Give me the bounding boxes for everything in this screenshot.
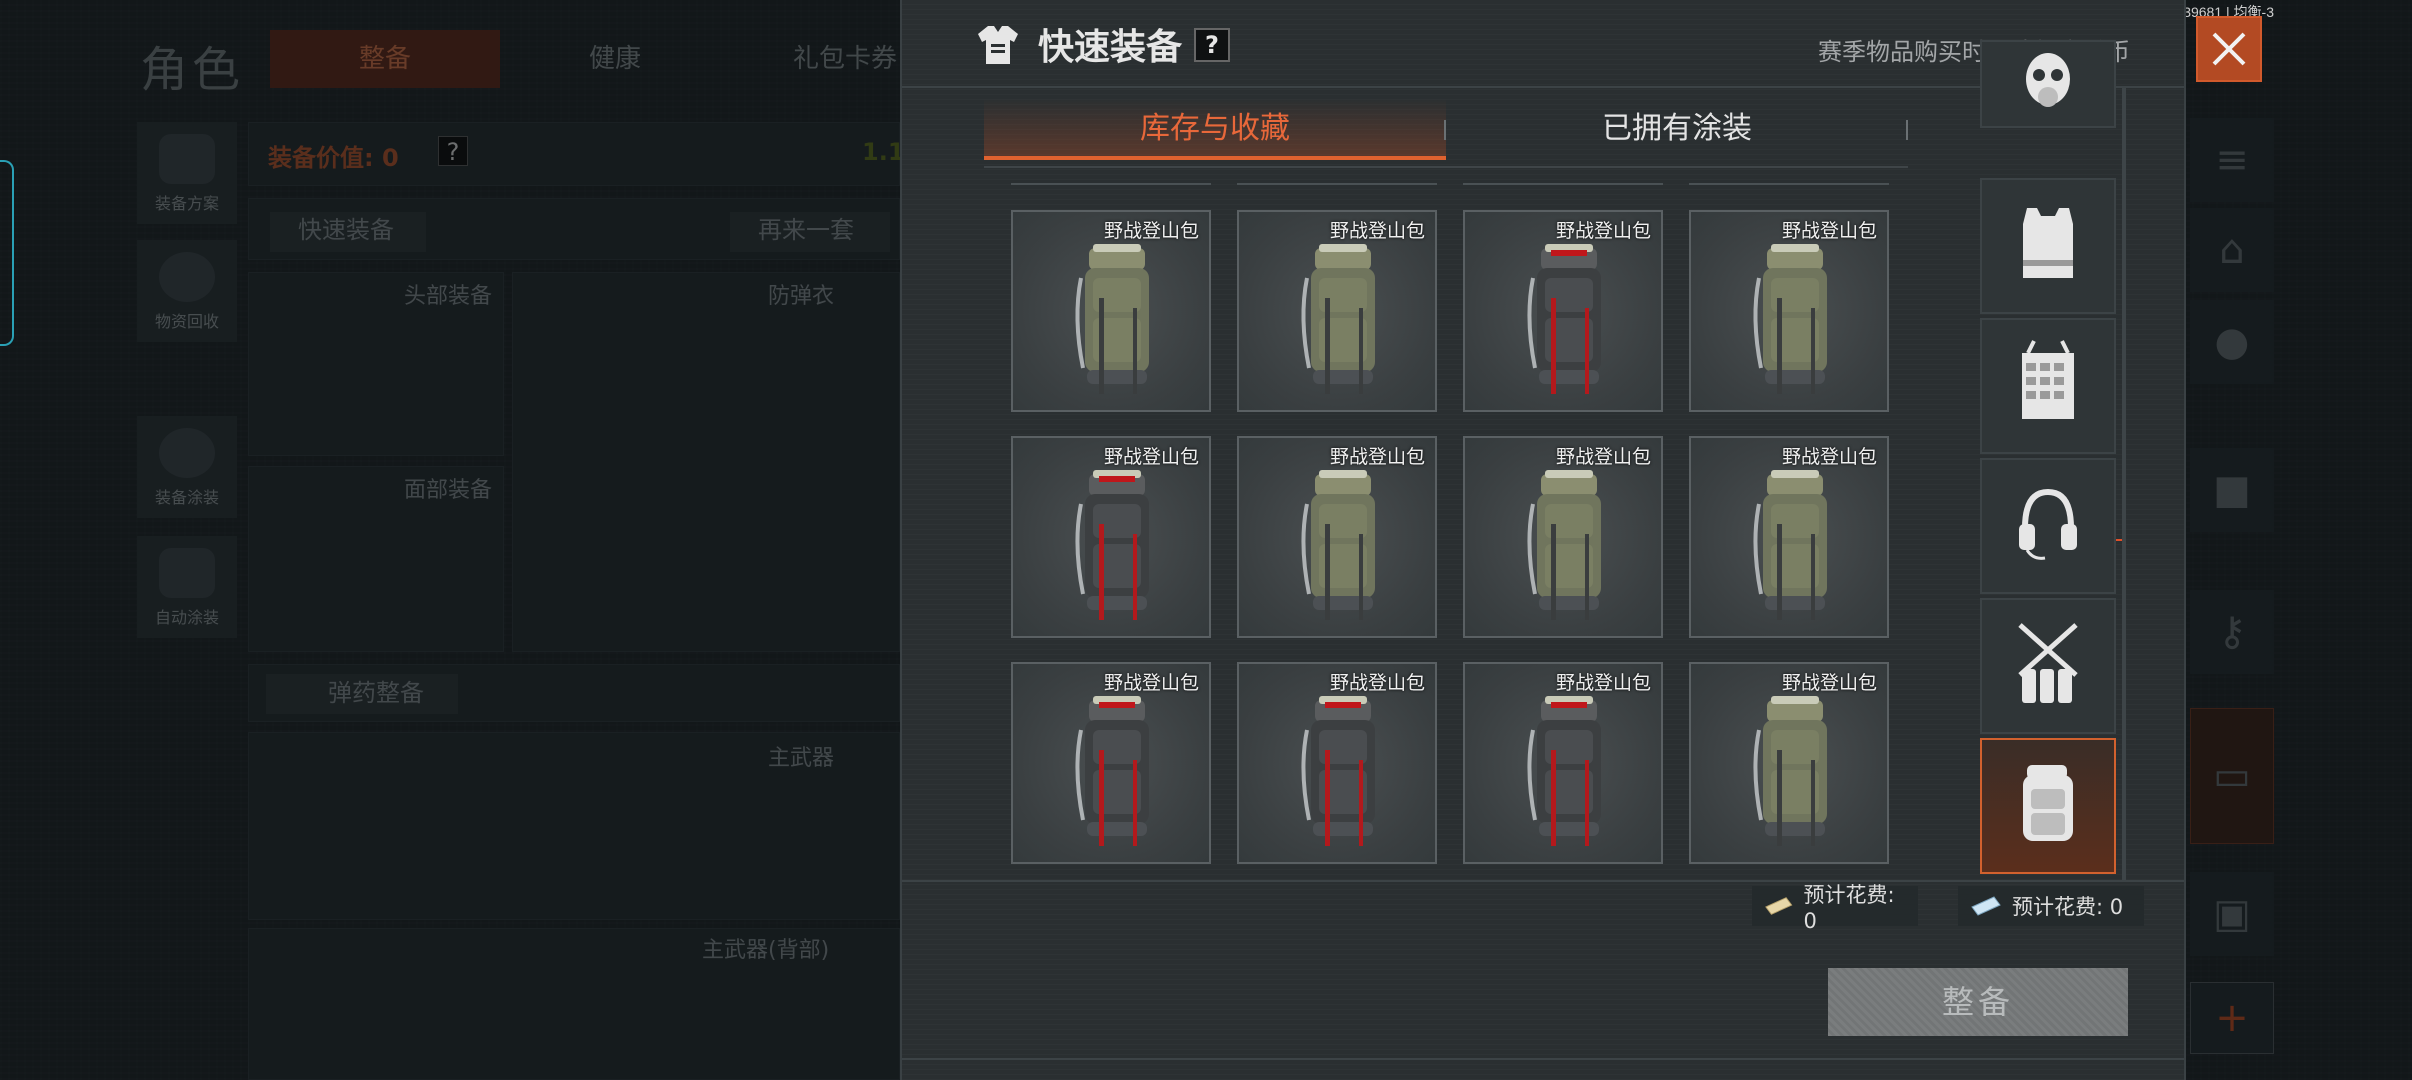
help-icon[interactable]: ?	[1194, 28, 1230, 62]
belt-rig-icon	[2008, 619, 2088, 713]
category-belt-rig[interactable]	[1980, 598, 2116, 734]
item-label: 野战登山包	[1329, 220, 1425, 242]
tab-owned-skins[interactable]: 已拥有涂装	[1446, 98, 1908, 160]
body-armor-icon	[2013, 204, 2083, 288]
vest-icon	[978, 26, 1018, 64]
category-headset[interactable]	[1980, 458, 2116, 594]
item-card-backpack[interactable]: 野战登山包	[1463, 436, 1663, 638]
equip-button[interactable]: 整备	[1828, 968, 2128, 1036]
item-label: 野战登山包	[1781, 446, 1877, 468]
item-label: 野战登山包	[1329, 672, 1425, 694]
item-card-backpack[interactable]: 野战登山包	[1689, 662, 1889, 864]
item-card-backpack[interactable]: 野战登山包	[1011, 436, 1211, 638]
category-gas-mask[interactable]	[1980, 40, 2116, 128]
close-icon	[2212, 32, 2246, 66]
item-label: 野战登山包	[1555, 446, 1651, 468]
item-card-backpack[interactable]: 野战登山包	[1011, 210, 1211, 412]
item-card-backpack[interactable]: 野战登山包	[1463, 662, 1663, 864]
cost-gold: 预计花费: 0	[1752, 883, 1918, 933]
modal-title: 快速装备	[1038, 27, 1183, 68]
item-label: 野战登山包	[1103, 220, 1199, 242]
blue-ticket-icon	[1971, 896, 2001, 916]
backpack-icon	[2013, 759, 2083, 853]
item-label: 野战登山包	[1329, 446, 1425, 468]
category-scrollbar[interactable]	[2122, 88, 2126, 880]
tab-stock-and-favorites[interactable]: 库存与收藏	[984, 98, 1446, 160]
category-body-armor[interactable]	[1980, 178, 2116, 314]
category-chest-rig[interactable]	[1980, 318, 2116, 454]
item-label: 野战登山包	[1555, 220, 1651, 242]
item-label: 野战登山包	[1781, 672, 1877, 694]
item-card-backpack[interactable]: 野战登山包	[1689, 210, 1889, 412]
close-button[interactable]	[2196, 16, 2262, 82]
item-card-backpack[interactable]: 野战登山包	[1011, 662, 1211, 864]
chest-rig-icon	[2008, 339, 2088, 433]
item-card-backpack[interactable]: 野战登山包	[1237, 210, 1437, 412]
item-card-backpack[interactable]: 野战登山包	[1237, 436, 1437, 638]
item-label: 野战登山包	[1103, 672, 1199, 694]
modal-tabs: 库存与收藏 已拥有涂装	[984, 98, 1908, 168]
item-card-backpack[interactable]: 野战登山包	[1463, 210, 1663, 412]
item-card-backpack[interactable]: 野战登山包	[1237, 662, 1437, 864]
cost-blue: 预计花费: 0	[1958, 886, 2144, 926]
item-label: 野战登山包	[1781, 220, 1877, 242]
gas-mask-icon	[2013, 47, 2083, 121]
gold-ticket-icon	[1765, 897, 1793, 915]
item-label: 野战登山包	[1103, 446, 1199, 468]
category-column	[1980, 40, 2120, 880]
edge-indicator	[0, 160, 14, 346]
item-label: 野战登山包	[1555, 672, 1651, 694]
item-card-backpack[interactable]: 野战登山包	[1689, 436, 1889, 638]
headset-icon	[2013, 484, 2083, 568]
category-backpack[interactable]	[1980, 738, 2116, 874]
